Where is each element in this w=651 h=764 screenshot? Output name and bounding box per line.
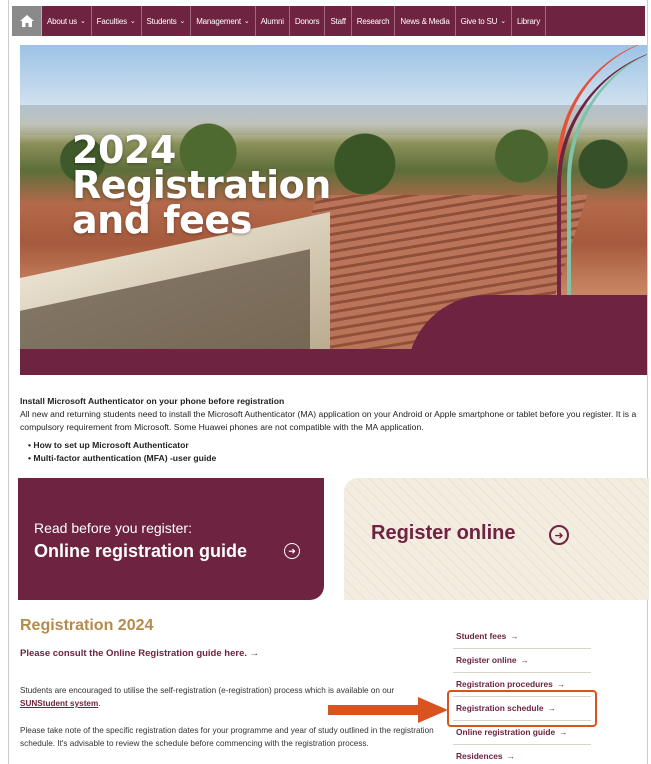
nav-label: Staff: [330, 16, 346, 26]
hero-title: 2024 Registration and fees: [72, 131, 331, 239]
nav-item-give-to-su[interactable]: Give to SU ⌄: [456, 6, 512, 36]
nav-label: Donors: [294, 16, 320, 26]
arrow-right-icon: →: [506, 751, 515, 761]
chevron-down-icon: ⌄: [500, 18, 506, 25]
home-icon: [19, 15, 34, 27]
sidebar-link-label: Registration procedures: [456, 679, 553, 689]
sidebar-link-label: Residences: [456, 751, 503, 761]
nav-label: Research: [356, 16, 390, 26]
nav-item-management[interactable]: Management ⌄: [191, 6, 256, 36]
hero-banner: 2024 Registration and fees: [20, 45, 647, 375]
sidebar-link-label: Student fees: [456, 631, 507, 641]
register-online-card[interactable]: Register online ➜: [344, 478, 649, 600]
registration-guide-link[interactable]: Please consult the Online Registration g…: [20, 648, 259, 659]
sunstudent-link[interactable]: SUNStudent system: [20, 699, 98, 708]
nav-label: Give to SU: [460, 16, 498, 26]
nav-item-alumni[interactable]: Alumni: [256, 6, 290, 36]
red-pointer-arrow-icon: [328, 697, 448, 723]
arrow-right-icon: →: [559, 727, 568, 737]
nav-item-research[interactable]: Research: [352, 6, 396, 36]
sidebar-link-register-online[interactable]: Register online →: [453, 649, 591, 673]
registration-title: Registration 2024: [20, 617, 154, 634]
nav-item-donors[interactable]: Donors: [290, 6, 326, 36]
nav-item-staff[interactable]: Staff: [325, 6, 352, 36]
notice-body: All new and returning students need to i…: [20, 409, 637, 432]
card-left-line2: Online registration guide: [34, 541, 248, 561]
arrow-circle-icon: ➜: [549, 525, 569, 545]
nav-item-news-media[interactable]: News & Media: [395, 6, 456, 36]
notice-links: How to set up Microsoft Authenticator Mu…: [28, 439, 640, 465]
arrow-right-icon: →: [556, 679, 566, 689]
nav-item-library[interactable]: Library: [512, 6, 546, 36]
nav-item-faculties[interactable]: Faculties ⌄: [92, 6, 142, 36]
nav-label: About us: [47, 16, 77, 26]
top-navigation: About us ⌄ Faculties ⌄ Students ⌄ Managemen…: [12, 6, 645, 36]
online-registration-guide-card[interactable]: Read before you register: Online registr…: [18, 478, 324, 600]
sidebar-link-label: Register online: [456, 655, 517, 665]
hero-title-line: and fees: [72, 198, 252, 242]
arrow-right-icon: →: [510, 631, 519, 641]
link-mfa-user-guide[interactable]: Multi-factor authentication (MFA) -user …: [28, 452, 640, 465]
arrow-circle-icon: ➜: [284, 543, 300, 559]
register-online-label: Register online: [371, 522, 516, 544]
chevron-down-icon: ⌄: [129, 18, 136, 25]
nav-label: News & Media: [400, 16, 450, 26]
nav-label: Library: [516, 16, 540, 26]
sidebar-link-residences[interactable]: Residences →: [453, 745, 591, 764]
authenticator-notice: Install Microsoft Authenticator on your …: [20, 395, 640, 465]
hero-bottom-band: [20, 349, 647, 375]
sidebar-link-student-fees[interactable]: Student fees →: [453, 625, 591, 649]
schedule-paragraph: Please take note of the specific registr…: [20, 726, 434, 748]
para-text: .: [98, 699, 101, 708]
chevron-down-icon: ⌄: [243, 18, 250, 25]
nav-label: Students: [146, 16, 177, 26]
highlight-box: [447, 690, 597, 727]
arrow-right-icon: →: [520, 655, 529, 665]
chevron-down-icon: ⌄: [179, 18, 186, 25]
link-setup-authenticator[interactable]: How to set up Microsoft Authenticator: [28, 439, 640, 452]
home-button[interactable]: [12, 6, 42, 36]
para-text: Students are encouraged to utilise the s…: [20, 686, 395, 695]
nav-label: Management: [196, 16, 241, 26]
nav-label: Faculties: [96, 16, 127, 26]
card-left-line1: Read before you register:: [34, 520, 192, 536]
nav-item-students[interactable]: Students ⌄: [142, 6, 192, 36]
nav-item-about-us[interactable]: About us ⌄: [42, 6, 92, 36]
notice-heading: Install Microsoft Authenticator on your …: [20, 396, 285, 406]
sidebar-link-label: Online registration guide: [456, 727, 556, 737]
nav-label: Alumni: [260, 16, 284, 26]
chevron-down-icon: ⌄: [79, 18, 86, 25]
